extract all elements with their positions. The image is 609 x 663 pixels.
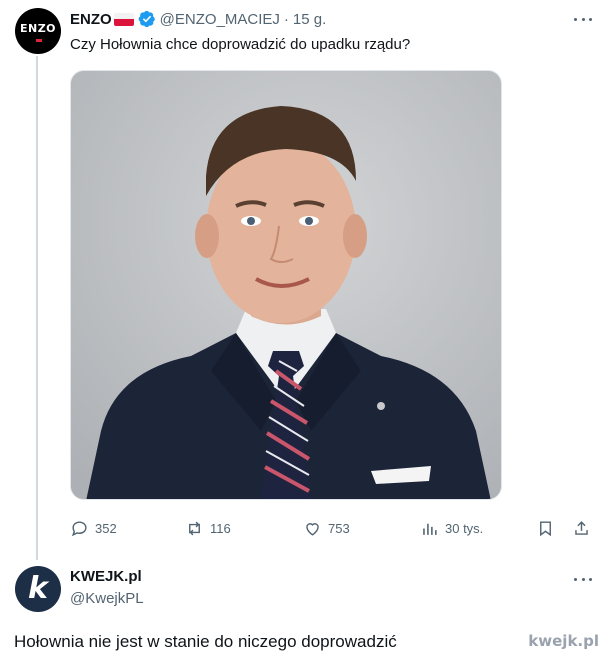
retweet-button[interactable]: 116 [185,516,231,540]
heart-icon [306,522,319,536]
reply-display-name[interactable]: KWEJK.pl [70,568,142,585]
views-button[interactable]: 30 tys. [420,516,483,540]
avatar-letter: k [28,570,48,606]
share-icon [575,520,588,535]
poland-flag-icon [113,12,134,26]
avatar-accent [36,39,42,42]
tweet-header: ENZO @ENZO_MACIEJ · 15 g. [70,8,326,30]
like-count: 753 [328,520,350,536]
reply-icon [71,520,87,536]
retweet-count: 116 [210,520,231,536]
author-handle[interactable]: @ENZO_MACIEJ [160,11,280,28]
bookmark-button[interactable] [536,516,561,540]
separator-dot: · [283,10,289,28]
main-tweet[interactable]: ENZO ENZO @ENZO_MACIEJ · 15 g. Czy Hołow… [0,0,609,560]
more-options-icon[interactable] [572,10,594,28]
share-button[interactable] [572,516,597,540]
like-button[interactable]: 753 [303,516,350,540]
reply-handle[interactable]: @KwejkPL [70,590,144,607]
reply-text: Hołownia nie jest w stanie do niczego do… [14,632,397,651]
verified-badge-icon [138,10,155,28]
author-avatar[interactable]: ENZO [15,8,61,54]
reply-count: 352 [95,520,117,536]
reply-tweet[interactable]: k KWEJK.pl @KwejkPL Hołownia nie jest w … [0,560,609,663]
reply-avatar[interactable]: k [15,566,61,612]
retweet-icon [189,521,200,535]
reply-more-options-icon[interactable] [572,570,594,588]
tweet-timestamp[interactable]: 15 g. [293,11,326,28]
avatar-logo-text: ENZO [19,21,57,35]
author-display-name[interactable]: ENZO [70,11,112,28]
bookmark-icon [540,520,551,536]
views-count: 30 tys. [445,520,484,536]
kwejk-watermark: kwejk.pl [528,632,599,650]
portrait-illustration [71,71,501,499]
reply-button[interactable]: 352 [70,516,117,540]
tweet-photo[interactable] [70,70,502,500]
thread-line [36,56,38,560]
tweet-text: Czy Hołownia chce doprowadzić do upadku … [70,36,411,53]
views-chart-icon [423,523,437,535]
tweet-actions: 352 116 753 30 tys. [70,516,600,540]
